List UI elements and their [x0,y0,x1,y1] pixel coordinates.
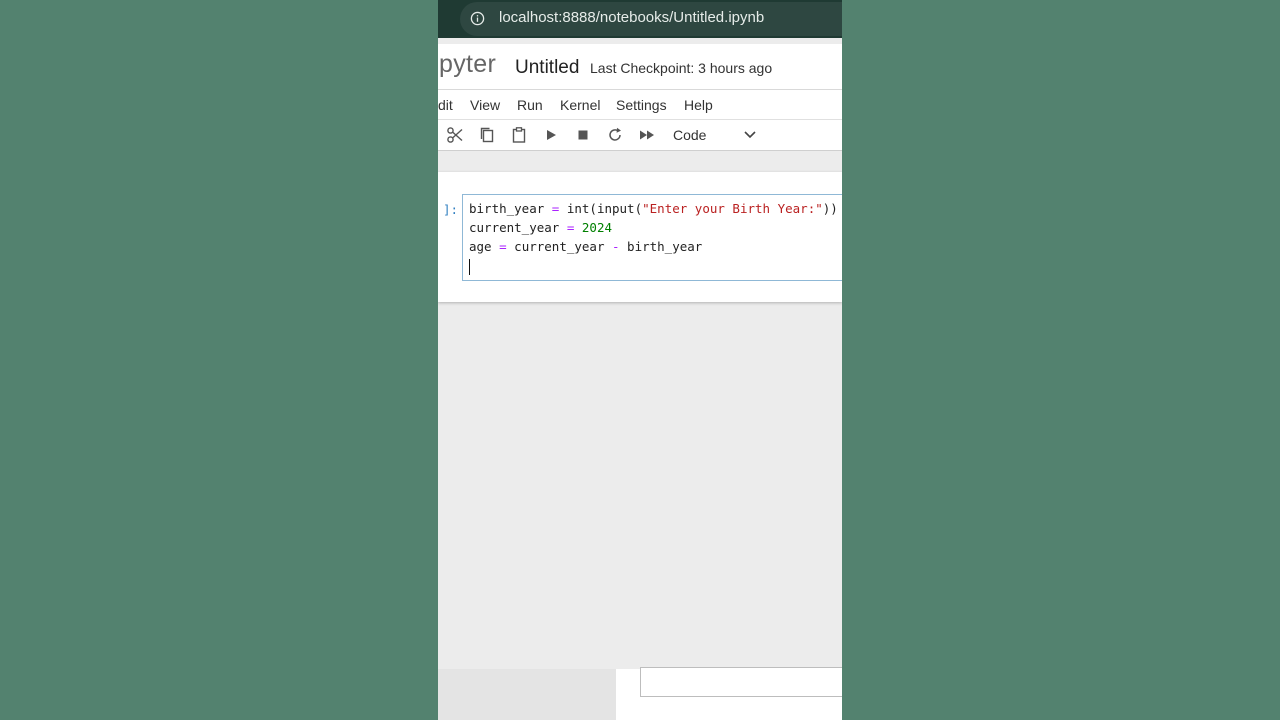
code-line: birth_year = int(input("Enter your Birth… [469,201,838,216]
code-token: )) [822,201,838,216]
code-token: 2024 [581,220,613,235]
chevron-down-icon[interactable] [743,129,757,141]
bottom-strip [438,667,842,720]
code-token: current_year [469,220,567,235]
menu-bar: dit View Run Kernel Settings Help [438,90,842,120]
screen-recording: localhost:8888/notebooks/Untitled.ipynb … [438,0,842,720]
code-token: birth_year [619,239,703,254]
code-token: birth_year [469,201,552,216]
url-text[interactable]: localhost:8888/notebooks/Untitled.ipynb [499,9,764,26]
paste-icon[interactable] [510,126,528,144]
bottom-input-box[interactable] [640,667,842,697]
text-cursor [469,259,470,275]
bottom-panel [616,667,842,720]
code-cell[interactable]: ]: birth_year = int(input("Enter your Bi… [438,172,842,302]
code-token: "Enter your Birth Year:" [642,201,823,216]
code-token: age [469,239,500,254]
menu-run[interactable]: Run [517,97,543,113]
notebook-header: pyter Untitled Last Checkpoint: 3 hours … [438,44,842,90]
info-icon[interactable] [470,11,485,26]
code-token: = [499,239,507,254]
last-checkpoint: Last Checkpoint: 3 hours ago [590,60,773,76]
stop-icon[interactable] [574,126,592,144]
menu-kernel[interactable]: Kernel [560,97,600,113]
code-line: age = current_year - birth_year [469,239,702,254]
code-line: current_year = 2024 [469,220,612,235]
notebook-area: ]: birth_year = int(input("Enter your Bi… [438,151,842,669]
cell-type-select[interactable]: Code [673,127,706,143]
code-editor[interactable]: birth_year = int(input("Enter your Birth… [462,194,842,281]
menu-settings[interactable]: Settings [616,97,667,113]
browser-address-bar: localhost:8888/notebooks/Untitled.ipynb [438,0,842,38]
restart-icon[interactable] [606,126,624,144]
menu-view[interactable]: View [470,97,500,113]
code-token: int(input( [559,201,643,216]
notebook-title[interactable]: Untitled [515,57,579,79]
cut-icon[interactable] [446,126,464,144]
cell-prompt: ]: [443,202,459,217]
code-token: - [612,239,620,254]
code-token: current_year [506,239,612,254]
jupyter-logo[interactable]: pyter [439,50,496,79]
notebook-toolbar: Code [438,120,842,151]
menu-edit[interactable]: dit [438,97,453,113]
fast-forward-icon[interactable] [638,126,656,144]
run-icon[interactable] [542,126,560,144]
copy-icon[interactable] [478,126,496,144]
menu-help[interactable]: Help [684,97,713,113]
